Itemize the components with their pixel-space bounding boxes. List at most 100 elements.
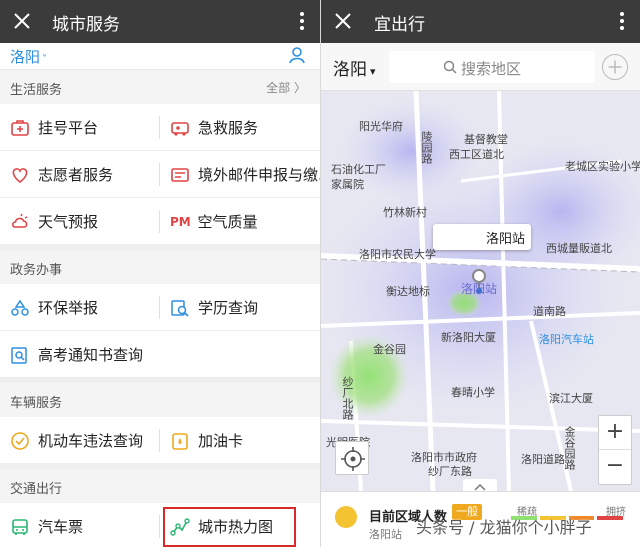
weather-cloud-icon — [12, 213, 28, 228]
map-label: 纱厂北路 — [341, 376, 354, 420]
user-icon[interactable] — [288, 46, 306, 64]
map-label: 纱厂东路 — [428, 465, 472, 478]
crowd-info-panel: 目前区域人数 一般 洛阳站 稀疏 拥挤 头条号 / 龙猫你个小胖子 — [321, 491, 640, 547]
bus-icon — [12, 518, 28, 535]
section-traffic-services: 交通出行 — [0, 469, 320, 503]
search-bar: 洛阳 ▾ 搜索地区 — [321, 43, 640, 91]
pm-icon: PM — [170, 214, 191, 229]
service-label: 急救服务 — [198, 119, 259, 137]
map-label: 陵园路 — [420, 131, 433, 164]
service-weifa[interactable]: 机动车违法查询 — [0, 417, 160, 464]
locate-button[interactable] — [335, 441, 369, 475]
service-label: 境外邮件申报与缴... — [198, 166, 320, 184]
service-row: 环保举报 学历查询 — [0, 284, 320, 331]
service-huanbao[interactable]: 环保举报 — [0, 284, 160, 331]
map-label: 新洛阳大厦 — [441, 331, 496, 344]
add-icon[interactable] — [602, 54, 628, 80]
map-label: 阳光华府 — [359, 120, 403, 133]
service-tianqi[interactable]: 天气预报 — [0, 198, 160, 245]
zoom-in-button[interactable]: + — [599, 416, 631, 450]
map-label: 洛阳市农民大学 — [359, 248, 436, 261]
page-title: 宜出行 — [374, 15, 425, 35]
service-label: 天气预报 — [38, 213, 99, 231]
close-icon[interactable] — [333, 11, 353, 31]
map-label: 家属院 — [331, 178, 364, 191]
search-placeholder: 搜索地区 — [461, 60, 522, 78]
more-menu-icon[interactable] — [620, 12, 624, 30]
heart-icon — [12, 167, 28, 183]
map-label: 基督教堂 — [464, 133, 508, 146]
map-label: 洛阳汽车站 — [539, 333, 594, 346]
map-label: 老城区实验小学 — [565, 160, 640, 173]
crowd-station-name: 洛阳站 — [369, 528, 402, 541]
service-qichepiao[interactable]: 汽车票 — [0, 503, 160, 547]
section-title: 交通出行 — [10, 482, 63, 497]
section-vehicle-services: 车辆服务 — [0, 383, 320, 417]
service-xueli[interactable]: 学历查询 — [160, 284, 320, 331]
heatmap-panel: 宜出行 洛阳 ▾ 搜索地区 阳光华府 陵园路 基督教堂 西工区道北 老城区实验小… — [321, 0, 640, 547]
section-title: 车辆服务 — [10, 396, 63, 411]
city-selector-row: 洛阳 ˅ — [0, 43, 320, 70]
city-selector[interactable]: 洛阳 ˅ — [10, 46, 47, 67]
map-label: 滨江大厦 — [549, 392, 593, 405]
city-selector[interactable]: 洛阳 ▾ — [333, 55, 376, 80]
service-jijiu[interactable]: 急救服务 — [160, 104, 320, 151]
map-label: 石油化工厂 — [331, 163, 386, 176]
ambulance-icon — [171, 121, 189, 136]
service-label: 加油卡 — [198, 432, 244, 450]
view-all-link[interactable]: 全部 〉 — [266, 79, 306, 96]
violation-check-icon — [11, 431, 29, 450]
service-row: 机动车违法查询 加油卡 — [0, 417, 320, 464]
more-menu-icon[interactable] — [300, 12, 304, 30]
recycle-icon — [11, 299, 29, 316]
city-services-topbar: 城市服务 — [0, 0, 320, 43]
heatmap-map[interactable]: 阳光华府 陵园路 基督教堂 西工区道北 老城区实验小学 石油化工厂 家属院 竹林… — [321, 91, 640, 491]
service-label: 空气质量 — [197, 213, 258, 231]
map-label: 洛阳道路 — [521, 453, 565, 466]
map-label: 金谷园 — [373, 343, 406, 356]
search-icon — [443, 60, 457, 74]
service-kongqi[interactable]: PM 空气质量 — [160, 198, 320, 245]
mail-icon — [171, 167, 189, 182]
service-zhiyuan[interactable]: 志愿者服务 — [0, 151, 160, 198]
map-label: 道南路 — [533, 305, 566, 318]
zoom-out-button[interactable]: − — [599, 450, 631, 484]
service-jingwai[interactable]: 境外邮件申报与缴... — [160, 151, 320, 198]
expand-panel-handle[interactable] — [463, 479, 497, 491]
search-input[interactable]: 搜索地区 — [389, 51, 595, 83]
watermark: 头条号 / 龙猫你个小胖子 — [416, 518, 592, 537]
service-label: 学历查询 — [198, 299, 259, 317]
service-label: 挂号平台 — [38, 119, 99, 137]
chevron-up-icon — [474, 483, 486, 491]
service-guahao[interactable]: 挂号平台 — [0, 104, 160, 151]
heatmap-topbar: 宜出行 — [321, 0, 640, 43]
highlight-box — [163, 507, 296, 547]
map-label: 衡达地标 — [386, 285, 430, 298]
section-title: 政务办事 — [10, 263, 63, 278]
service-row: 天气预报 PM 空气质量 — [0, 198, 320, 245]
fuel-card-icon — [172, 432, 188, 450]
map-label: 洛阳站 — [461, 282, 498, 296]
crosshair-icon — [341, 447, 365, 471]
service-label: 志愿者服务 — [38, 166, 114, 184]
crowd-face-icon — [335, 506, 357, 528]
map-label: 西工区道北 — [449, 148, 504, 161]
service-row: 志愿者服务 境外邮件申报与缴... — [0, 151, 320, 198]
map-label: 春晴小学 — [451, 386, 495, 399]
service-row: 汽车票 城市热力图 — [0, 503, 320, 547]
certificate-search-icon — [171, 299, 189, 317]
section-life-services: 生活服务 全部 〉 — [0, 70, 320, 104]
service-label: 汽车票 — [38, 518, 84, 536]
service-jiayou[interactable]: 加油卡 — [160, 417, 320, 464]
section-title: 生活服务 — [10, 83, 63, 98]
service-label: 环保举报 — [38, 299, 99, 317]
map-label: 西城量販道北 — [546, 242, 612, 255]
service-gaokao[interactable]: 高考通知书查询 — [0, 331, 300, 378]
service-row: 高考通知书查询 — [0, 331, 320, 378]
section-gov-services: 政务办事 — [0, 250, 320, 284]
service-row: 挂号平台 急救服务 — [0, 104, 320, 151]
station-tooltip[interactable]: 洛阳站 — [433, 224, 531, 250]
medical-kit-icon — [11, 119, 29, 136]
service-label: 高考通知书查询 — [38, 346, 144, 364]
close-icon[interactable] — [12, 11, 32, 31]
